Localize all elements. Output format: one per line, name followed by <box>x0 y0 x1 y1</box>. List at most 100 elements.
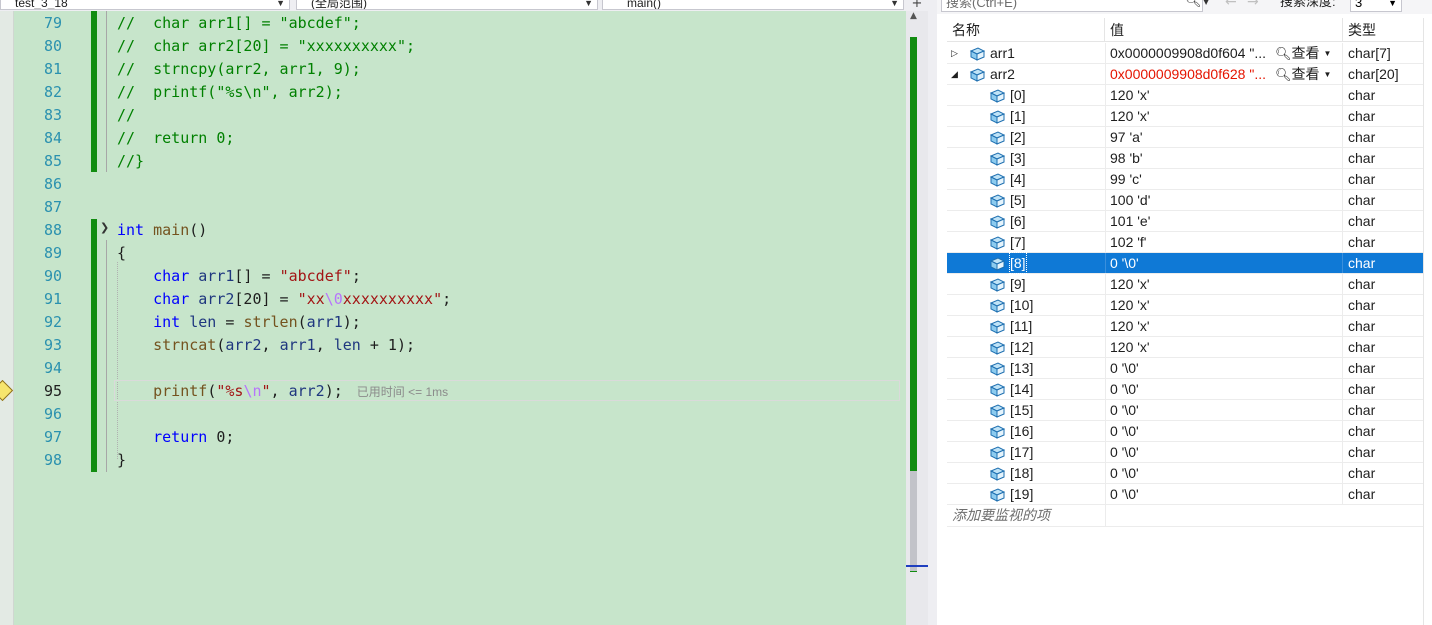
watch-name-cell[interactable]: [13] <box>947 358 1106 378</box>
watch-row[interactable]: [2] 97 'a' char <box>947 127 1423 148</box>
code-line[interactable]: int len = strlen(arr1); <box>117 311 361 334</box>
code-line[interactable]: return 0; <box>117 426 234 449</box>
watch-value-cell[interactable]: 0 '\0' <box>1105 421 1343 441</box>
search-input[interactable]: 搜索(Ctrl+E) <box>941 0 1203 12</box>
watch-row[interactable]: [19] 0 '\0' char <box>947 484 1423 505</box>
code-line[interactable]: //} <box>117 150 144 173</box>
watch-name-cell[interactable]: [16] <box>947 421 1106 441</box>
watch-value-cell[interactable]: 0 '\0' <box>1105 463 1343 483</box>
watch-value-cell[interactable]: 99 'c' <box>1105 169 1343 189</box>
watch-name-cell[interactable]: [18] <box>947 463 1106 483</box>
watch-name-cell[interactable]: [0] <box>947 85 1106 105</box>
add-watch-row[interactable]: 添加要监视的项 <box>947 505 1423 527</box>
watch-name-cell[interactable]: [1] <box>947 106 1106 126</box>
watch-window[interactable]: 搜索(Ctrl+E) 🔍︎ ▼ ← → 搜索深度: 3 ▼ 名称 值 类型 ▷ a… <box>937 0 1432 625</box>
watch-row[interactable]: [16] 0 '\0' char <box>947 421 1423 442</box>
search-icon[interactable]: 🔍︎ <box>1185 0 1202 9</box>
scroll-up-icon[interactable]: ▲ <box>910 11 917 21</box>
chevron-down-icon[interactable]: ▼ <box>1203 0 1213 12</box>
watch-name-cell[interactable]: [19] <box>947 484 1106 504</box>
watch-row[interactable]: [5] 100 'd' char <box>947 190 1423 211</box>
watch-row[interactable]: [13] 0 '\0' char <box>947 358 1423 379</box>
watch-name-cell[interactable]: [6] <box>947 211 1106 231</box>
code-line[interactable]: // printf("%s\n", arr2); <box>117 81 343 104</box>
watch-name-cell[interactable]: [17] <box>947 442 1106 462</box>
watch-name-cell[interactable]: [10] <box>947 295 1106 315</box>
watch-value-cell[interactable]: 0 '\0' <box>1105 484 1343 504</box>
watch-value-cell[interactable]: 0x0000009908d0f604 "... 🔍︎查看 ▼ <box>1105 43 1343 63</box>
watch-value-cell[interactable]: 120 'x' <box>1105 337 1343 357</box>
watch-row[interactable]: [8] 0 '\0' char <box>947 252 1423 274</box>
watch-row[interactable]: [6] 101 'e' char <box>947 211 1423 232</box>
watch-value-cell[interactable]: 120 'x' <box>1105 85 1343 105</box>
watch-name-cell[interactable]: [5] <box>947 190 1106 210</box>
watch-name-cell[interactable]: [12] <box>947 337 1106 357</box>
arrow-left-icon[interactable]: ← <box>1225 0 1237 10</box>
watch-value-cell[interactable]: 0 '\0' <box>1105 253 1343 273</box>
code-line[interactable]: int main() <box>117 219 207 242</box>
watch-name-cell[interactable]: [3] <box>947 148 1106 168</box>
column-header-type[interactable]: 类型 <box>1343 18 1423 42</box>
editor-vertical-scrollbar[interactable]: ▲ <box>906 11 928 625</box>
watch-name-cell[interactable]: [9] <box>947 274 1106 294</box>
watch-row[interactable]: [18] 0 '\0' char <box>947 463 1423 484</box>
code-line[interactable]: strncat(arr2, arr1, len + 1); <box>117 334 415 357</box>
scrollbar-thumb[interactable] <box>910 471 917 571</box>
watch-row[interactable]: [9] 120 'x' char <box>947 274 1423 295</box>
watch-name-cell[interactable]: ▷ arr1 <box>947 43 1106 63</box>
watch-value-cell[interactable]: 98 'b' <box>1105 148 1343 168</box>
watch-name-cell[interactable]: [15] <box>947 400 1106 420</box>
watch-row[interactable]: [4] 99 'c' char <box>947 169 1423 190</box>
watch-row[interactable]: [15] 0 '\0' char <box>947 400 1423 421</box>
code-line[interactable]: // return 0; <box>117 127 234 150</box>
code-line[interactable]: // char arr2[20] = "xxxxxxxxxx"; <box>117 35 415 58</box>
watch-value-cell[interactable]: 0x0000009908d0f628 "... 🔍︎查看 ▼ <box>1105 64 1343 84</box>
code-line[interactable]: printf("%s\n", arr2); 已用时间 <= 1ms <box>117 380 448 403</box>
watch-value-cell[interactable]: 0 '\0' <box>1105 379 1343 399</box>
text-visualizer-button[interactable]: 🔍︎查看 ▼ <box>1275 64 1331 84</box>
pane-splitter[interactable] <box>928 0 937 625</box>
watch-name-cell[interactable]: [4] <box>947 169 1106 189</box>
file-dropdown[interactable]: test_3_18 ▼ <box>0 0 290 10</box>
watch-value-cell[interactable]: 102 'f' <box>1105 232 1343 252</box>
code-line[interactable]: } <box>117 449 126 472</box>
code-editor[interactable]: test_3_18 ▼ (全局范围) ▼ main() ▼ + 79 80 81 82… <box>0 0 928 625</box>
code-line[interactable]: char arr1[] = "abcdef"; <box>117 265 361 288</box>
split-plus-button[interactable]: + <box>906 0 928 11</box>
text-visualizer-button[interactable]: 🔍︎查看 ▼ <box>1275 43 1331 63</box>
watch-value-cell[interactable]: 120 'x' <box>1105 316 1343 336</box>
column-header-value[interactable]: 值 <box>1105 18 1343 42</box>
watch-row[interactable]: [1] 120 'x' char <box>947 106 1423 127</box>
watch-row[interactable]: [0] 120 'x' char <box>947 85 1423 106</box>
scope-dropdown[interactable]: (全局范围) ▼ <box>296 0 598 10</box>
watch-name-cell[interactable]: [8] <box>947 252 1106 274</box>
code-line[interactable]: // strncpy(arr2, arr1, 9); <box>117 58 361 81</box>
watch-row[interactable]: ◢ arr2 0x0000009908d0f628 "... 🔍︎查看 ▼ char[20… <box>947 64 1423 85</box>
watch-value-cell[interactable]: 0 '\0' <box>1105 400 1343 420</box>
column-header-name[interactable]: 名称 <box>947 18 1105 42</box>
watch-value-cell[interactable]: 120 'x' <box>1105 106 1343 126</box>
code-line[interactable]: { <box>117 242 126 265</box>
watch-row[interactable]: ▷ arr1 0x0000009908d0f604 "... 🔍︎查看 ▼ char[7] <box>947 43 1423 64</box>
watch-value-cell[interactable]: 120 'x' <box>1105 274 1343 294</box>
code-line[interactable]: // char arr1[] = "abcdef"; <box>117 12 361 35</box>
watch-row[interactable]: [12] 120 'x' char <box>947 337 1423 358</box>
collapse-arrow-icon[interactable]: ◢ <box>951 64 958 84</box>
watch-row[interactable]: [10] 120 'x' char <box>947 295 1423 316</box>
watch-row[interactable]: [3] 98 'b' char <box>947 148 1423 169</box>
watch-value-cell[interactable]: 120 'x' <box>1105 295 1343 315</box>
watch-value-cell[interactable]: 101 'e' <box>1105 211 1343 231</box>
watch-value-cell[interactable]: 97 'a' <box>1105 127 1343 147</box>
watch-row[interactable]: [14] 0 '\0' char <box>947 379 1423 400</box>
watch-value-cell[interactable]: 0 '\0' <box>1105 442 1343 462</box>
watch-name-cell[interactable]: [14] <box>947 379 1106 399</box>
search-depth-select[interactable]: 3 ▼ <box>1350 0 1402 12</box>
watch-value-cell[interactable]: 100 'd' <box>1105 190 1343 210</box>
watch-name-cell[interactable]: ◢ arr2 <box>947 64 1106 84</box>
code-line[interactable]: // <box>117 104 135 127</box>
fold-chevron-icon[interactable]: ❯ <box>100 221 109 234</box>
watch-name-cell[interactable]: [7] <box>947 232 1106 252</box>
expand-arrow-icon[interactable]: ▷ <box>951 43 958 63</box>
watch-value-cell[interactable]: 0 '\0' <box>1105 358 1343 378</box>
arrow-right-icon[interactable]: → <box>1247 0 1259 10</box>
